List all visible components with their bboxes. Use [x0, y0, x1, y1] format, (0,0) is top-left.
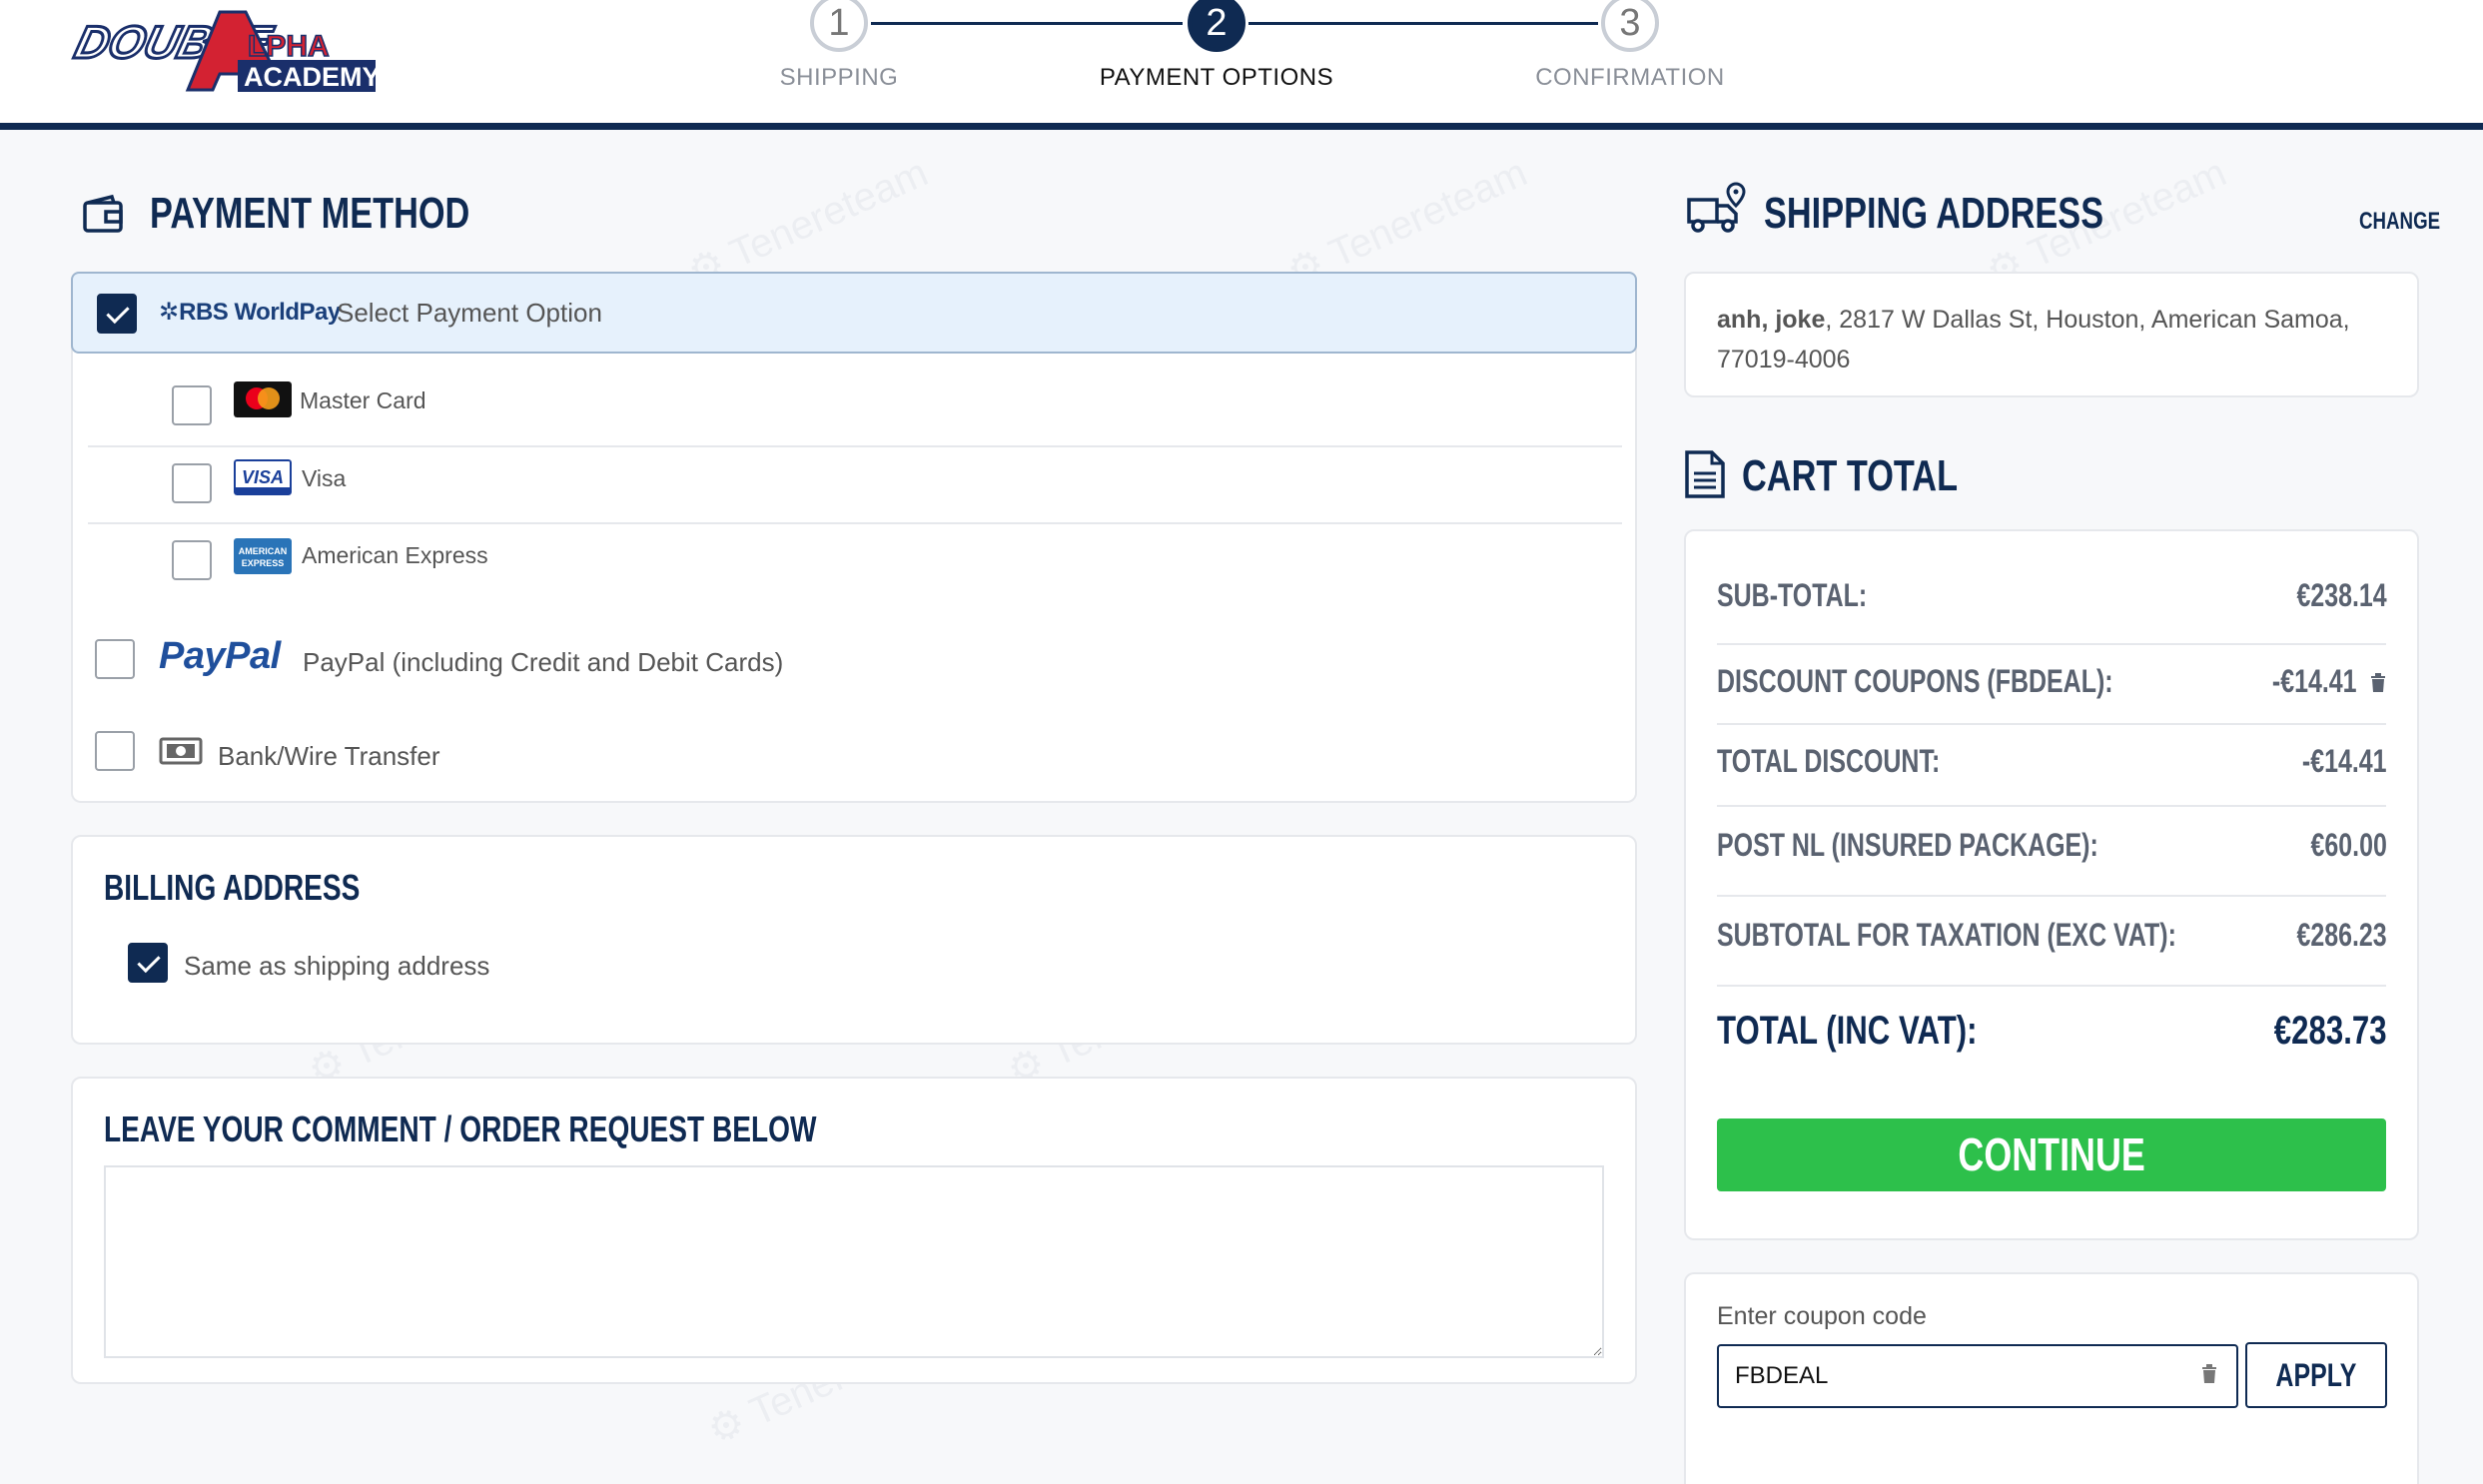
step-confirmation[interactable]: 3 CONFIRMATION — [1480, 0, 1780, 92]
cart-divider — [1717, 723, 2386, 725]
step-number: 2 — [1188, 0, 1245, 52]
cart-total-value: €283.73 — [2274, 1009, 2387, 1053]
step-label: PAYMENT OPTIONS — [1099, 64, 1334, 91]
cart-total-label: TOTAL (INC VAT): — [1717, 1009, 1978, 1053]
cart-divider — [1717, 643, 2386, 645]
step-label: CONFIRMATION — [1535, 64, 1725, 91]
shipping-recipient-name: anh, joke — [1717, 306, 1826, 334]
paypal-checkbox[interactable] — [95, 639, 135, 679]
checkout-stepper: 1 SHIPPING 2 PAYMENT OPTIONS 3 CONFIRMAT… — [759, 0, 1738, 110]
remove-coupon-trash-icon[interactable] — [2369, 671, 2387, 693]
comment-textarea[interactable] — [104, 1165, 1604, 1358]
step-payment-options[interactable]: 2 PAYMENT OPTIONS — [1067, 0, 1366, 92]
shipping-street: , 2817 W Dallas St, Houston, American Sa… — [1825, 306, 2350, 334]
cart-row-value: -€14.41 — [2302, 743, 2387, 779]
shipping-address-title: SHIPPING ADDRESS — [1764, 189, 2104, 238]
bank-transfer-option[interactable]: Bank/Wire Transfer — [71, 711, 1637, 791]
cart-row-value: -€14.41 — [2272, 663, 2357, 699]
cart-divider — [1717, 895, 2386, 897]
svg-text:AMERICAN: AMERICAN — [239, 546, 288, 556]
billing-address-title: BILLING ADDRESS — [104, 867, 361, 908]
apply-button-label: APPLY — [2275, 1357, 2357, 1393]
svg-text:EXPRESS: EXPRESS — [242, 558, 285, 568]
step-number: 1 — [810, 0, 868, 52]
coupon-code-input[interactable]: FBDEAL — [1717, 1344, 2238, 1408]
shipping-address-text: anh, joke, 2817 W Dallas St, Houston, Am… — [1717, 300, 2396, 379]
cart-total-title: CART TOTAL — [1742, 451, 1959, 500]
coupon-label: Enter coupon code — [1717, 1302, 1927, 1330]
cart-row-label: TOTAL DISCOUNT: — [1717, 743, 1941, 779]
svg-text:ACADEMY: ACADEMY — [244, 62, 380, 92]
clear-coupon-trash-icon[interactable] — [2200, 1362, 2218, 1384]
apply-coupon-button[interactable]: APPLY — [2245, 1342, 2387, 1408]
amex-label: American Express — [302, 542, 488, 568]
shipping-postcode: 77019-4006 — [1717, 346, 1851, 373]
worldpay-brand: RBS WorldPay — [179, 299, 341, 326]
cart-row-value: €238.14 — [2296, 577, 2387, 613]
worldpay-checkbox[interactable] — [97, 294, 137, 334]
visa-checkbox[interactable] — [172, 463, 212, 503]
cart-row-label: SUBTOTAL FOR TAXATION (EXC VAT): — [1717, 917, 2176, 953]
banknote-icon — [159, 737, 203, 765]
document-icon — [1685, 450, 1725, 498]
worldpay-label: Select Payment Option — [337, 298, 602, 328]
visa-icon: VISA — [234, 459, 292, 495]
paypal-logo: PayPal — [159, 635, 281, 677]
cart-row-value: €60.00 — [2310, 827, 2387, 863]
cart-row-value: €286.23 — [2296, 917, 2387, 953]
same-as-shipping-option[interactable]: Same as shipping address — [128, 943, 547, 987]
worldpay-star-icon: ✲ — [159, 299, 180, 326]
svg-text:VISA: VISA — [242, 467, 284, 487]
card-option-amex[interactable]: AMERICAN EXPRESS American Express — [88, 524, 1622, 600]
continue-button-label: CONTINUE — [1958, 1128, 2145, 1180]
change-address-link[interactable]: CHANGE — [2359, 208, 2440, 236]
step-label: SHIPPING — [779, 64, 899, 91]
payment-method-title: PAYMENT METHOD — [150, 189, 470, 238]
mastercard-checkbox[interactable] — [172, 385, 212, 425]
worldpay-logo: ✲RBS WorldPay — [159, 298, 341, 327]
cart-row-label: SUB-TOTAL: — [1717, 577, 1868, 613]
wallet-icon — [83, 194, 123, 233]
visa-label: Visa — [302, 465, 347, 491]
worldpay-option[interactable]: ✲RBS WorldPay Select Payment Option — [71, 272, 1637, 354]
cart-divider — [1717, 985, 2386, 987]
cart-row-label: POST NL (INSURED PACKAGE): — [1717, 827, 2098, 863]
amex-icon: AMERICAN EXPRESS — [234, 538, 292, 574]
cart-row-label: DISCOUNT COUPONS (FBDEAL): — [1717, 663, 2113, 699]
bank-transfer-label: Bank/Wire Transfer — [218, 741, 440, 771]
mastercard-label: Master Card — [300, 387, 426, 413]
checkout-header: DOUBLE LPHA ACADEMY 1 SHIPPING 2 PAYMENT… — [0, 0, 2483, 130]
paypal-option[interactable]: PayPal PayPal (including Credit and Debi… — [71, 619, 1637, 699]
same-as-shipping-label: Same as shipping address — [184, 951, 490, 981]
mastercard-icon — [234, 381, 292, 417]
step-shipping[interactable]: 1 SHIPPING — [689, 0, 989, 92]
delivery-truck-icon — [1687, 182, 1746, 233]
card-option-mastercard[interactable]: Master Card — [88, 362, 1622, 441]
comment-title: LEAVE YOUR COMMENT / ORDER REQUEST BELOW — [104, 1109, 817, 1149]
shipping-address-line1: anh, joke, 2817 W Dallas St, Houston, Am… — [1717, 300, 2396, 340]
amex-checkbox[interactable] — [172, 540, 212, 580]
bank-transfer-checkbox[interactable] — [95, 731, 135, 771]
cart-divider — [1717, 805, 2386, 807]
card-option-visa[interactable]: VISA Visa — [88, 447, 1622, 523]
double-alpha-academy-logo[interactable]: DOUBLE LPHA ACADEMY — [70, 4, 380, 100]
same-as-shipping-checkbox[interactable] — [128, 943, 168, 983]
svg-text:LPHA: LPHA — [248, 30, 330, 63]
step-number: 3 — [1601, 0, 1659, 52]
continue-button[interactable]: CONTINUE — [1717, 1118, 2386, 1191]
paypal-label: PayPal (including Credit and Debit Cards… — [303, 647, 784, 677]
